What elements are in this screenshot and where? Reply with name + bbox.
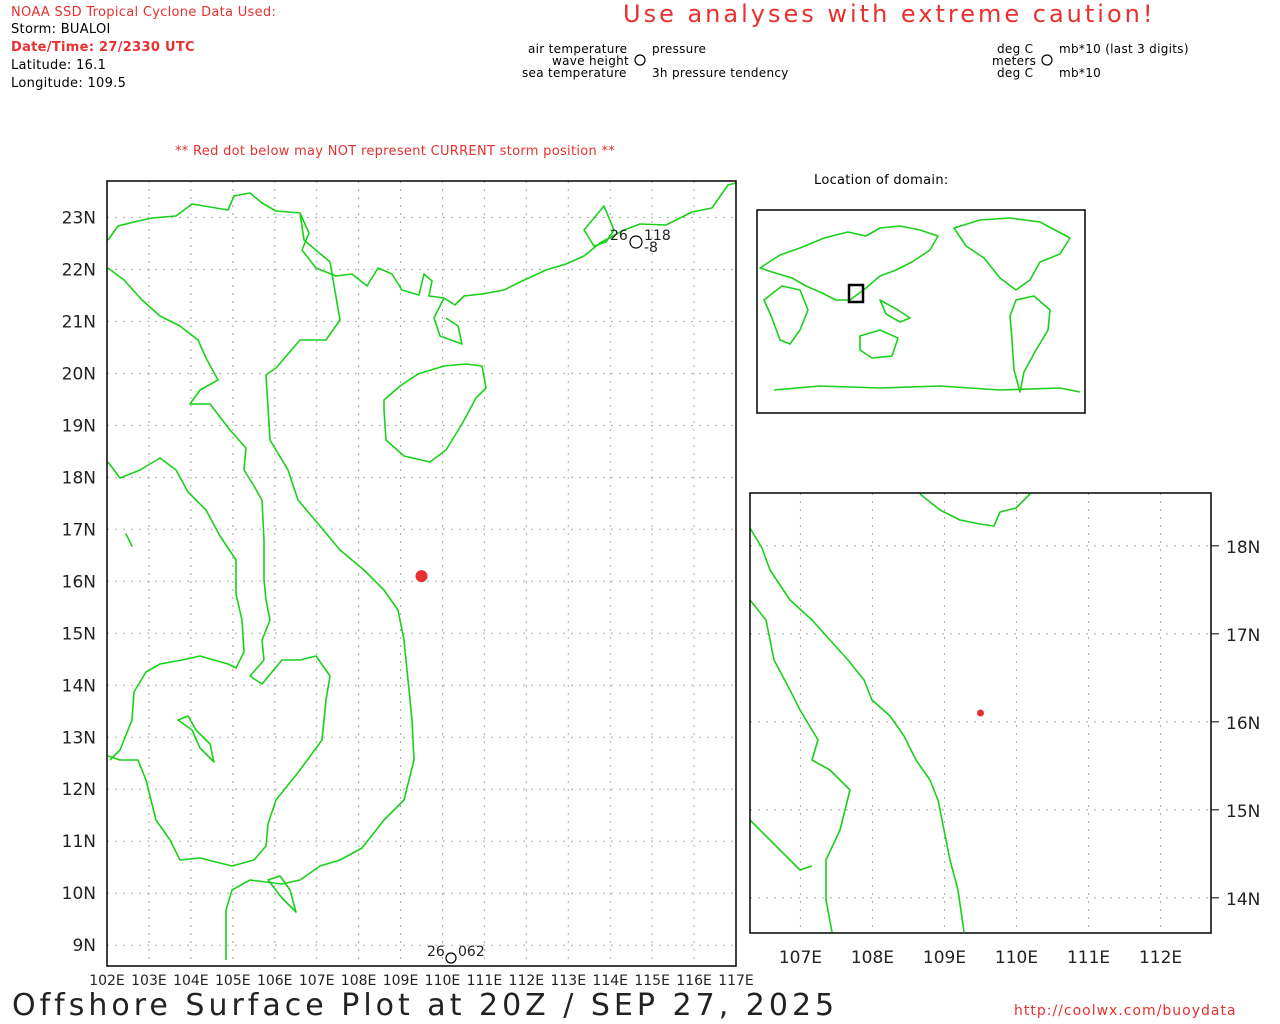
- main-lat-tick-label: 19N: [62, 416, 96, 436]
- zoom-lon-tick-label: 107E: [779, 948, 822, 968]
- plot-title: Offshore Surface Plot at 20Z / SEP 27, 2…: [12, 988, 839, 1023]
- main-lat-tick-label: 15N: [62, 624, 96, 644]
- main-lon-tick-label: 102E: [89, 973, 125, 989]
- station-hong-kong-air-temp: 26: [610, 228, 628, 244]
- main-lon-tick-label: 116E: [676, 973, 712, 989]
- map-canvas: 102E 103E 104E 105E 106E 107E 108E 109E 110E 111E…: [62, 54, 1261, 989]
- main-lon-tick-label: 117E: [718, 973, 754, 989]
- main-lon-tick-label: 105E: [215, 973, 251, 989]
- station-south-air-temp: 26: [427, 944, 445, 960]
- source-url-link[interactable]: http://coolwx.com/buoydata: [1014, 1003, 1237, 1019]
- legend-station-circle-left: [634, 54, 646, 66]
- zoom-lon-tick-label: 112E: [1139, 948, 1182, 968]
- main-lat-tick-label: 10N: [62, 884, 96, 904]
- zoom-lat-tick-label: 14N: [1226, 890, 1260, 910]
- main-lon-tick-label: 115E: [634, 973, 670, 989]
- main-lon-tick-label: 103E: [131, 973, 167, 989]
- world-inset-frame: [756, 209, 1086, 414]
- station-south-pressure: 062: [458, 944, 485, 960]
- main-lat-tick-label: 17N: [62, 520, 96, 540]
- zoom-lon-tick-label: 110E: [995, 948, 1038, 968]
- main-lat-tick-label: 11N: [62, 832, 96, 852]
- main-lon-tick-label: 104E: [173, 973, 209, 989]
- zoom-lon-tick-label: 108E: [851, 948, 894, 968]
- main-map: 102E 103E 104E 105E 106E 107E 108E 109E 110E 111E…: [62, 180, 754, 989]
- main-lon-tick-label: 111E: [467, 973, 503, 989]
- zoom-lon-tick-label: 111E: [1067, 948, 1110, 968]
- main-lat-tick-label: 14N: [62, 676, 96, 696]
- main-lat-tick-label: 16N: [62, 572, 96, 592]
- main-lat-tick-label: 20N: [62, 364, 96, 384]
- main-lon-tick-label: 108E: [341, 973, 377, 989]
- main-lon-tick-label: 106E: [257, 973, 293, 989]
- station-hong-kong-tendency: -8: [644, 240, 658, 256]
- station-south-circle: [445, 952, 457, 964]
- zoom-lat-tick-label: 17N: [1226, 626, 1260, 646]
- legend-station-circle-right: [1041, 54, 1053, 66]
- zoom-lat-tick-label: 15N: [1226, 802, 1260, 822]
- zoom-map: 107E 108E 109E 110E 111E 112E 14N 15N 16N 17N 18N: [749, 492, 1261, 968]
- main-lon-tick-label: 107E: [299, 973, 335, 989]
- main-map-tick-labels: 102E 103E 104E 105E 106E 107E 108E 109E 110E 111E…: [62, 208, 754, 989]
- main-lon-tick-label: 114E: [592, 973, 628, 989]
- station-hong-kong: 26 118 -8: [610, 228, 671, 256]
- station-south: 26 062: [427, 944, 485, 964]
- zoom-map-coastline: [749, 493, 1031, 933]
- zoom-storm-position-marker: [977, 709, 984, 717]
- main-lon-tick-label: 113E: [550, 973, 586, 989]
- main-lon-tick-label: 112E: [509, 973, 545, 989]
- zoom-lat-tick-label: 16N: [1226, 714, 1260, 734]
- main-lat-tick-label: 23N: [62, 208, 96, 228]
- world-inset-map: [756, 209, 1086, 414]
- main-lat-tick-label: 9N: [72, 936, 96, 956]
- main-lat-tick-label: 12N: [62, 780, 96, 800]
- main-lat-tick-label: 18N: [62, 468, 96, 488]
- main-lat-tick-label: 21N: [62, 312, 96, 332]
- station-hong-kong-circle: [629, 235, 643, 249]
- zoom-map-tick-labels: 107E 108E 109E 110E 111E 112E 14N 15N 16N 17N 18N: [779, 538, 1261, 968]
- zoom-lat-tick-label: 18N: [1226, 538, 1260, 558]
- main-lon-tick-label: 109E: [383, 973, 419, 989]
- main-lat-tick-label: 22N: [62, 260, 96, 280]
- main-lat-tick-label: 13N: [62, 728, 96, 748]
- main-lon-tick-label: 110E: [425, 973, 461, 989]
- zoom-lon-tick-label: 109E: [923, 948, 966, 968]
- storm-position-marker: [415, 570, 428, 583]
